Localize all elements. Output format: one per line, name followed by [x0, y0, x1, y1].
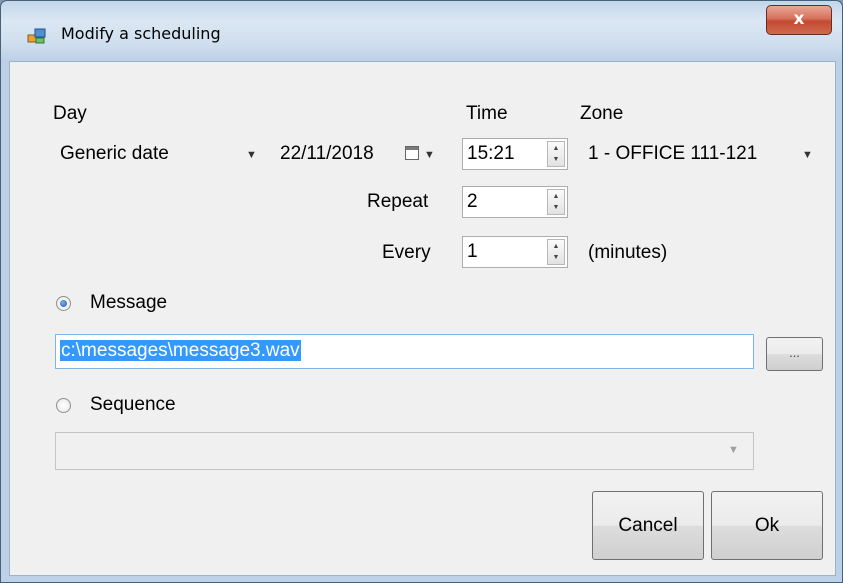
- every-label: Every: [382, 242, 431, 263]
- chevron-down-icon: ▼: [424, 149, 435, 161]
- browse-label: ...: [789, 345, 800, 360]
- every-field[interactable]: 1 ▲ ▼: [462, 236, 568, 268]
- spin-up-icon: ▲: [552, 193, 560, 200]
- spin-down-icon: ▼: [552, 254, 560, 261]
- sequence-combo[interactable]: ▼: [55, 432, 754, 470]
- message-path-value: c:\messages\message3.wav: [60, 340, 301, 361]
- chevron-down-icon: ▼: [802, 149, 813, 161]
- cancel-button[interactable]: Cancel: [592, 491, 704, 560]
- repeat-spinner[interactable]: ▲ ▼: [547, 189, 565, 215]
- time-label: Time: [466, 103, 508, 124]
- dialog-window: Modify a scheduling x Day Time Zone Gene…: [0, 0, 843, 583]
- close-button[interactable]: x: [766, 5, 832, 35]
- message-path-input[interactable]: c:\messages\message3.wav: [55, 334, 754, 369]
- spin-down-icon: ▼: [552, 156, 560, 163]
- browse-button[interactable]: ...: [766, 337, 823, 371]
- calendar-icon: [405, 146, 419, 160]
- time-value: 15:21: [467, 143, 515, 164]
- chevron-down-icon: ▼: [728, 444, 739, 456]
- day-type-combo[interactable]: Generic date ▼: [52, 138, 270, 170]
- zone-label: Zone: [580, 103, 624, 124]
- time-field[interactable]: 15:21 ▲ ▼: [462, 138, 568, 170]
- close-icon: x: [793, 9, 805, 29]
- day-type-value: Generic date: [60, 143, 169, 164]
- sequence-radio-label: Sequence: [90, 394, 176, 415]
- ok-button[interactable]: Ok: [711, 491, 823, 560]
- zone-value: 1 - OFFICE 111-121: [588, 143, 758, 164]
- repeat-label: Repeat: [367, 191, 429, 212]
- radio-checked-icon: [56, 296, 71, 311]
- radio-unchecked-icon: [56, 398, 71, 413]
- spin-down-icon: ▼: [552, 204, 560, 211]
- spin-up-icon: ▲: [552, 145, 560, 152]
- cancel-label: Cancel: [618, 515, 678, 536]
- every-spinner[interactable]: ▲ ▼: [547, 239, 565, 265]
- every-value: 1: [467, 241, 478, 262]
- repeat-value: 2: [467, 191, 478, 212]
- dialog-body: Day Time Zone Generic date ▼ 22/11/2018 …: [9, 61, 836, 576]
- window-title: Modify a scheduling: [61, 24, 221, 43]
- time-spinner[interactable]: ▲ ▼: [547, 141, 565, 167]
- title-bar[interactable]: Modify a scheduling x: [1, 1, 842, 61]
- repeat-field[interactable]: 2 ▲ ▼: [462, 186, 568, 218]
- sequence-radio[interactable]: Sequence: [56, 392, 226, 420]
- day-label: Day: [53, 103, 87, 124]
- date-picker[interactable]: 22/11/2018 ▼: [272, 138, 452, 170]
- chevron-down-icon: ▼: [246, 149, 257, 161]
- zone-combo[interactable]: 1 - OFFICE 111-121 ▼: [580, 138, 818, 170]
- spin-up-icon: ▲: [552, 243, 560, 250]
- date-value: 22/11/2018: [280, 143, 374, 164]
- ok-label: Ok: [754, 515, 780, 536]
- message-radio-label: Message: [90, 292, 168, 313]
- app-icon: [27, 28, 46, 44]
- message-radio[interactable]: Message: [56, 290, 216, 318]
- minutes-label: (minutes): [588, 242, 668, 263]
